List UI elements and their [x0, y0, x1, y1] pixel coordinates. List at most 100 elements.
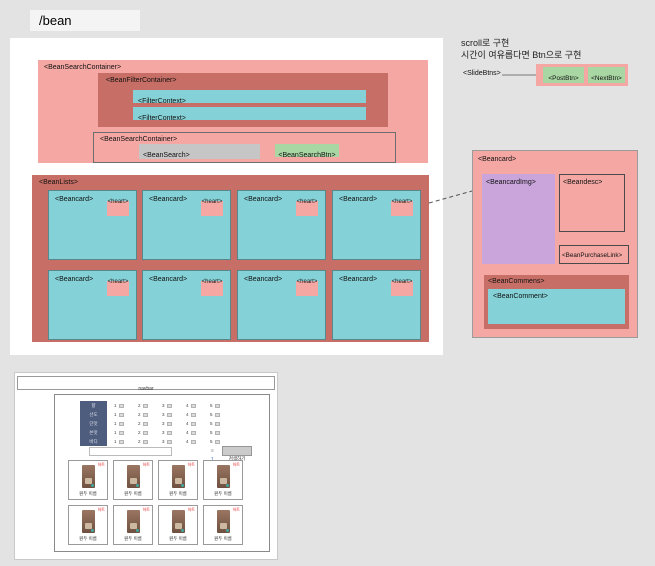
- checkbox[interactable]: [142, 403, 148, 408]
- preview-heart-button[interactable]: 하트: [98, 507, 105, 513]
- bean-card[interactable]: <Beancard> <heart>: [237, 270, 326, 340]
- bean-card-image-label: <BeancardImg>: [486, 179, 536, 186]
- heart-button[interactable]: <heart>: [107, 199, 129, 216]
- scale-number: 5: [210, 439, 213, 444]
- bean-purchase-link[interactable]: <BeanPurchaseLink>: [559, 245, 629, 264]
- scale-number: 2: [138, 421, 141, 426]
- heart-button[interactable]: <heart>: [391, 199, 413, 216]
- preview-bean-name: 원두 이름: [124, 536, 142, 541]
- bean-card-image: <BeancardImg>: [482, 174, 555, 264]
- heart-button[interactable]: <heart>: [391, 279, 413, 296]
- bean-card[interactable]: <Beancard> <heart>: [48, 190, 137, 260]
- filter-row-label: 바디: [80, 437, 107, 446]
- preview-bean-card[interactable]: 하트 원두 이름: [113, 460, 153, 500]
- filter-context-1[interactable]: <FilterContext>: [133, 90, 366, 105]
- preview-bean-card[interactable]: 하트 원두 이름: [203, 505, 243, 545]
- bean-purchase-link-label: <BeanPurchaseLink>: [562, 252, 623, 259]
- preview-bean-card[interactable]: 하트 원두 이름: [203, 460, 243, 500]
- filter-row-bitterness: 쓴맛 1 2 3 4 5: [80, 428, 234, 437]
- checkbox[interactable]: [142, 412, 148, 417]
- bean-card-label: <Beancard>: [339, 196, 378, 203]
- bean-search-inner-container: <BeanSearchContainer> <BeanSearch> <Bean…: [93, 132, 396, 163]
- wireframe-frame: <BeanSearchContainer> <BeanFilterContain…: [10, 38, 443, 355]
- preview-search-button[interactable]: 검색하기: [222, 446, 252, 461]
- preview-heart-button[interactable]: 하트: [188, 462, 195, 468]
- heart-button[interactable]: <heart>: [296, 199, 318, 216]
- heart-button[interactable]: <heart>: [296, 279, 318, 296]
- preview-heart-button[interactable]: 하트: [143, 462, 150, 468]
- bean-card[interactable]: <Beancard> <heart>: [332, 270, 421, 340]
- checkbox[interactable]: [118, 430, 124, 435]
- checkbox[interactable]: [118, 403, 124, 408]
- checkbox[interactable]: [142, 421, 148, 426]
- checkbox[interactable]: [214, 430, 220, 435]
- bean-card[interactable]: <Beancard> <heart>: [48, 270, 137, 340]
- scale-number: 4: [186, 421, 189, 426]
- preview-search-input[interactable]: [89, 447, 172, 456]
- bean-search-button[interactable]: <BeanSearchBtn>: [275, 144, 339, 159]
- preview-bean-card[interactable]: 하트 원두 이름: [68, 460, 108, 500]
- scale-number: 3: [162, 430, 165, 435]
- heart-button[interactable]: <heart>: [107, 279, 129, 296]
- preview-heart-button[interactable]: 하트: [233, 507, 240, 513]
- checkbox[interactable]: [214, 403, 220, 408]
- scale-number: 1: [114, 430, 117, 435]
- filter-row-acidity: 산도 1 2 3 4 5: [80, 410, 234, 419]
- bean-card[interactable]: <Beancard> <heart>: [237, 190, 326, 260]
- preview-heart-button[interactable]: 하트: [188, 507, 195, 513]
- preview-bean-card[interactable]: 하트 원두 이름: [68, 505, 108, 545]
- next-button[interactable]: <NextBtn>: [588, 67, 625, 83]
- checkbox[interactable]: [166, 439, 172, 444]
- checkbox[interactable]: [166, 412, 172, 417]
- checkbox[interactable]: [166, 421, 172, 426]
- scale-number: 4: [186, 403, 189, 408]
- heart-label: <heart>: [201, 279, 223, 285]
- preview-navbar-label: navbar: [138, 386, 154, 392]
- checkbox[interactable]: [190, 421, 196, 426]
- bean-card[interactable]: <Beancard> <heart>: [332, 190, 421, 260]
- heart-button[interactable]: <heart>: [201, 279, 223, 296]
- checkbox[interactable]: [118, 439, 124, 444]
- design-canvas: /bean <BeanSearchContainer> <BeanFilterC…: [0, 0, 655, 566]
- checkbox[interactable]: [190, 430, 196, 435]
- checkbox[interactable]: [166, 403, 172, 408]
- page-title: /bean: [39, 13, 72, 28]
- checkbox[interactable]: [214, 412, 220, 417]
- preview-heart-button[interactable]: 하트: [233, 462, 240, 468]
- bean-comments-container: <BeanCommens> <BeanComment>: [484, 275, 629, 329]
- bean-bag-image: [171, 510, 185, 533]
- checkbox[interactable]: [118, 412, 124, 417]
- preview-bean-card[interactable]: 하트 원두 이름: [158, 460, 198, 500]
- preview-bean-card[interactable]: 하트 원두 이름: [158, 505, 198, 545]
- checkbox[interactable]: [166, 430, 172, 435]
- scale-number: 2: [138, 403, 141, 408]
- checkbox[interactable]: [214, 439, 220, 444]
- checkbox[interactable]: [214, 421, 220, 426]
- bean-search-input[interactable]: <BeanSearch>: [139, 144, 260, 159]
- preview-heart-button[interactable]: 하트: [98, 462, 105, 468]
- next-button-label: <NextBtn>: [591, 75, 622, 82]
- post-button[interactable]: <PostBtn>: [543, 67, 584, 83]
- bean-lists: <BeanLists> <Beancard> <heart> <Beancard…: [32, 175, 429, 342]
- post-button-label: <PostBtn>: [548, 75, 579, 82]
- bean-search-container: <BeanSearchContainer> <BeanFilterContain…: [38, 60, 428, 163]
- bean-description: <Beandesc>: [559, 174, 625, 232]
- heart-label: <heart>: [201, 199, 223, 205]
- checkbox[interactable]: [190, 439, 196, 444]
- filter-context-2[interactable]: <FilterContext>: [133, 107, 366, 122]
- checkbox[interactable]: [142, 430, 148, 435]
- bean-bag-image: [81, 465, 95, 488]
- checkbox[interactable]: [118, 421, 124, 426]
- checkbox[interactable]: [190, 412, 196, 417]
- bean-card[interactable]: <Beancard> <heart>: [142, 270, 231, 340]
- checkbox[interactable]: [142, 439, 148, 444]
- scale-number: 1: [114, 403, 117, 408]
- bean-card[interactable]: <Beancard> <heart>: [142, 190, 231, 260]
- slide-btns-label: <SlideBtns>: [463, 70, 501, 77]
- checkbox[interactable]: [190, 403, 196, 408]
- preview-bean-card[interactable]: 하트 원두 이름: [113, 505, 153, 545]
- bean-search-container-label: <BeanSearchContainer>: [44, 64, 122, 71]
- heart-label: <heart>: [296, 199, 318, 205]
- heart-button[interactable]: <heart>: [201, 199, 223, 216]
- preview-heart-button[interactable]: 하트: [143, 507, 150, 513]
